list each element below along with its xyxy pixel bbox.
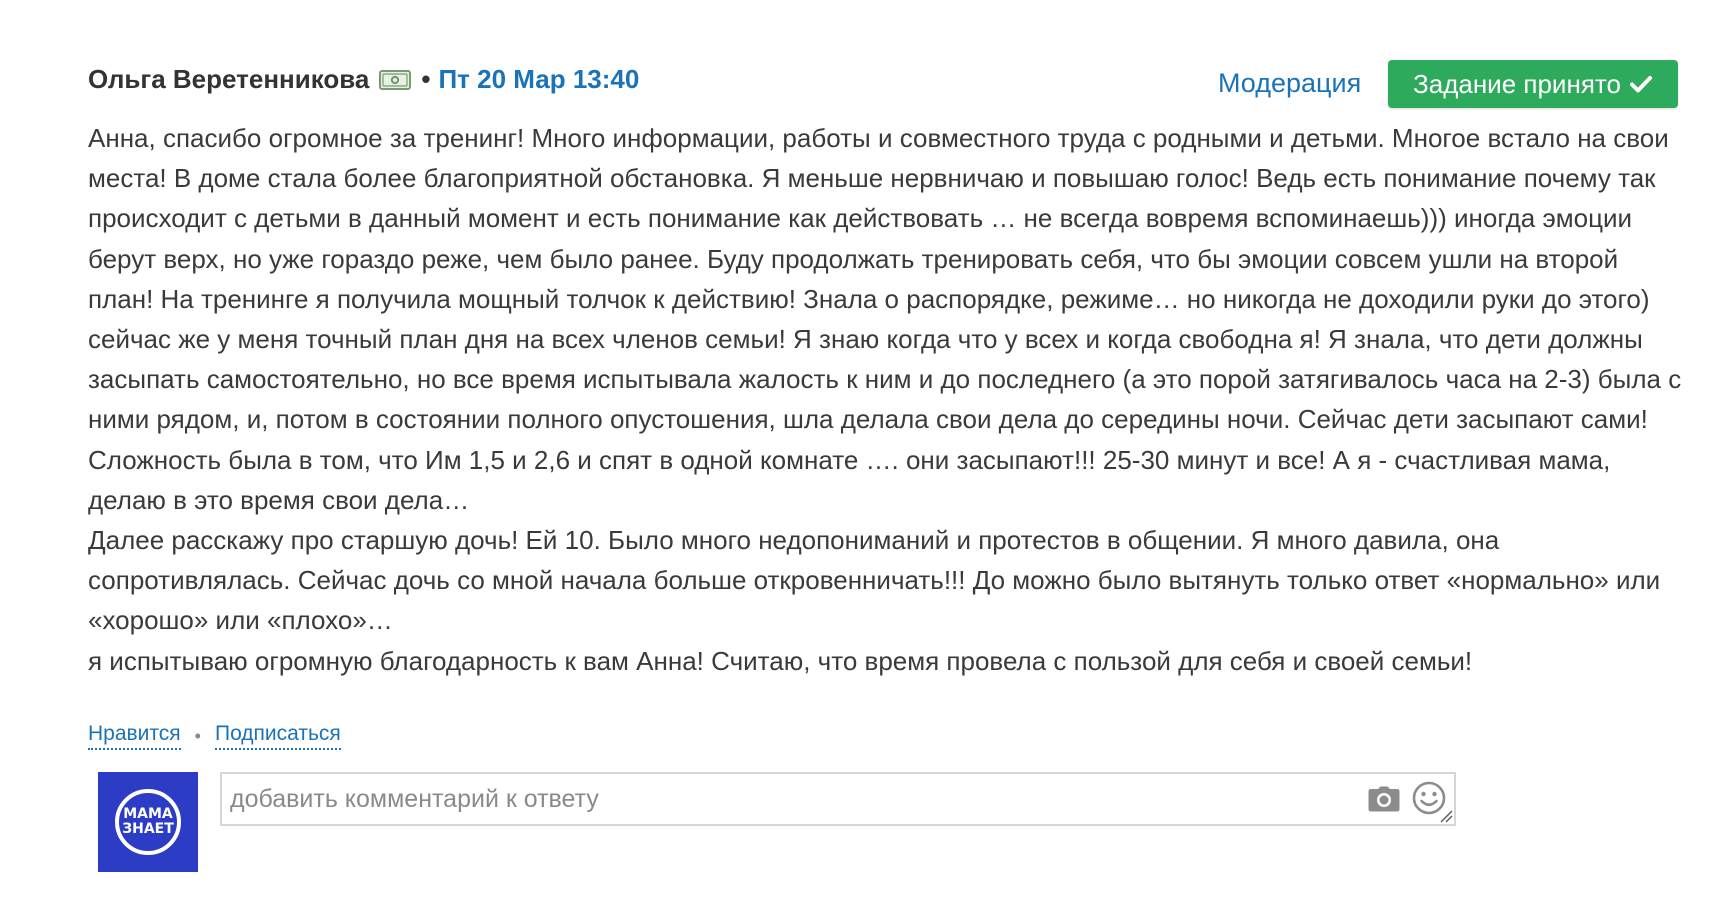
post-paragraph: я испытываю огромную благодарность к вам… [88, 645, 1473, 676]
like-link[interactable]: Нравится [88, 722, 181, 750]
post-card: Ольга Веретенникова • Пт 20 Мар 13:40 Мо… [88, 60, 1688, 681]
post-body: Анна, спасибо огромное за тренинг! Много… [88, 118, 1688, 681]
post-date[interactable]: Пт 20 Мар 13:40 [438, 64, 639, 95]
comment-box [220, 772, 1456, 826]
post-paragraph: Анна, спасибо огромное за тренинг! Много… [88, 123, 1682, 515]
camera-icon[interactable] [1368, 786, 1400, 812]
post-paragraph: Далее расскажу про старшую дочь! Ей 10. … [88, 525, 1661, 636]
avatar-logo-line1: МАМА [123, 806, 173, 822]
author-line: Ольга Веретенникова • Пт 20 Мар 13:40 [88, 64, 639, 95]
money-bill-icon [379, 69, 412, 90]
avatar-logo: МАМА ЗНАЕТ [115, 789, 181, 855]
comment-input[interactable] [222, 774, 1352, 824]
task-accepted-label: Задание принято [1413, 68, 1621, 99]
subscribe-link[interactable]: Подписаться [214, 722, 341, 750]
task-accepted-button[interactable]: Задание принято [1388, 60, 1678, 108]
moderation-link[interactable]: Модерация [1218, 68, 1361, 99]
avatar[interactable]: МАМА ЗНАЕТ [98, 772, 198, 872]
post-actions: Нравится • Подписаться [88, 722, 341, 750]
avatar-logo-line2: ЗНАЕТ [122, 821, 174, 837]
resize-handle-icon[interactable] [1439, 809, 1453, 823]
check-icon [1629, 76, 1652, 93]
actions-separator: • [194, 725, 201, 746]
header-separator: • [421, 64, 431, 94]
post-header: Ольга Веретенникова • Пт 20 Мар 13:40 Мо… [88, 60, 1688, 112]
author-name[interactable]: Ольга Веретенникова [88, 64, 369, 95]
